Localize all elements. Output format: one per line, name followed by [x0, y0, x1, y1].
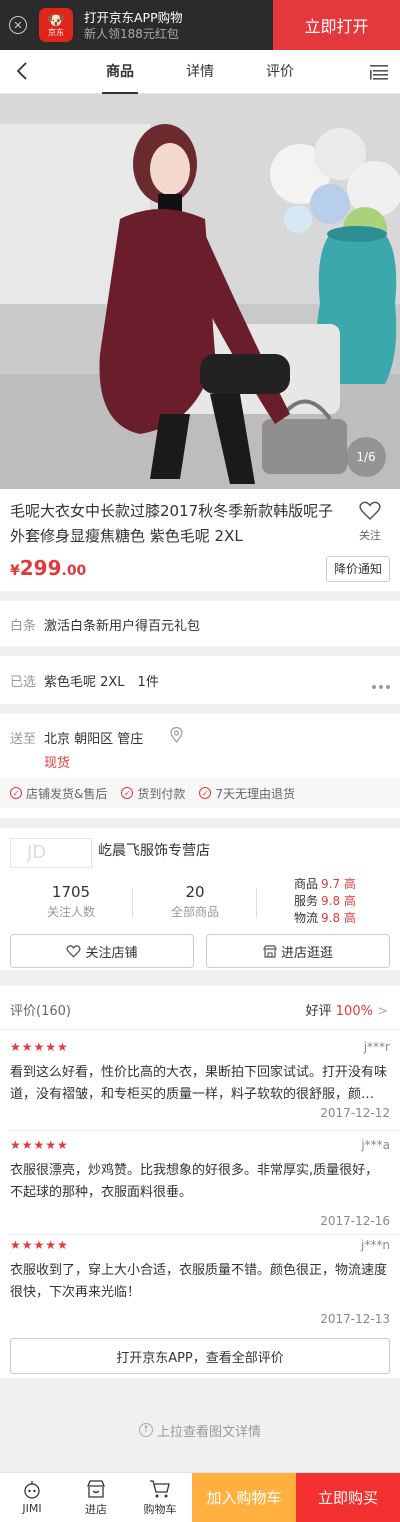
shop-section: JD 屹晨飞服饰专营店 1705 关注人数 20 全部商品 商品 9.7 高 服务…: [0, 818, 400, 970]
service-item: ✓ 店铺发货&售后: [10, 785, 107, 802]
check-icon: ✓: [10, 787, 22, 799]
price-drop-notify-button[interactable]: 降价通知: [325, 556, 390, 582]
banner-subtitle: 新人领188元红包: [84, 26, 179, 41]
image-counter: 1/6: [346, 437, 386, 477]
enter-shop-button[interactable]: 进店逛逛: [206, 934, 390, 968]
tab-product[interactable]: 商品: [88, 50, 152, 94]
cart-icon: [150, 1479, 170, 1497]
shop-name[interactable]: 屹晨飞服饰专营店: [98, 840, 210, 860]
heart-icon: [359, 501, 381, 521]
rating-stars: ★★★★★: [10, 1040, 69, 1054]
selected-text: 紫色毛呢 2XL 1件: [44, 675, 159, 690]
stock-status: 现货: [44, 756, 71, 771]
arrow-up-icon: ↑: [138, 1423, 153, 1437]
app-download-banner: ✕ 🐶 京东 打开京东APP购物 新人领188元红包 立即打开: [0, 0, 400, 50]
chevron-right-icon: >: [377, 1004, 388, 1019]
promo-label: 白条: [10, 619, 37, 634]
product-info: 毛呢大衣女中长款过膝2017秋冬季新款韩版呢子外套修身显瘦焦糖色 紫色毛呢 2X…: [0, 489, 400, 591]
delivery-address[interactable]: 北京 朝阳区 管庄: [44, 728, 143, 747]
back-arrow-icon[interactable]: [12, 60, 34, 82]
delivery-label: 送至: [10, 732, 37, 747]
review-text: 衣服很漂亮，炒鸡赞。比我想象的好很多。非常厚实,质量很好，不起球的那种，衣服面料…: [10, 1163, 379, 1200]
reviews-section: 评价(160) 好评 100% > ★★★★★ j***r 看到这么好看，性价比…: [0, 978, 400, 1378]
divider: [10, 1130, 400, 1131]
promo-text: 激活白条新用户得百元礼包: [44, 619, 201, 634]
jimi-robot-icon: [24, 1481, 40, 1499]
product-title: 毛呢大衣女中长款过膝2017秋冬季新款韩版呢子外套修身显瘦焦糖色 紫色毛呢 2X…: [10, 502, 334, 545]
jd-app-logo: 🐶 京东: [39, 8, 73, 42]
product-image-carousel[interactable]: 1/6: [0, 94, 400, 489]
review-item[interactable]: ★★★★★ j***n 衣服收到了，穿上大小合适，衣服质量不错。颜色很正，物流速…: [0, 1238, 400, 1338]
follow-button[interactable]: 关注: [356, 501, 384, 543]
heart-icon: [66, 944, 82, 958]
review-text: 看到这么好看，性价比高的大衣，果断拍下回家试试。打开没有味道，没有褶皱，和专柜买…: [10, 1065, 388, 1102]
review-user: j***n: [361, 1238, 390, 1252]
view-all-reviews-button[interactable]: 打开京东APP，查看全部评价: [10, 1338, 390, 1374]
review-date: 2017-12-12: [320, 1106, 390, 1120]
store-icon: [263, 944, 277, 958]
shop-nav-button[interactable]: 进店: [64, 1473, 128, 1522]
follow-label: 关注: [359, 529, 381, 542]
shop-followers: 1705 关注人数: [46, 883, 95, 919]
rating-stars: ★★★★★: [10, 1238, 69, 1252]
close-icon[interactable]: ✕: [9, 16, 27, 34]
cart-nav-button[interactable]: 购物车: [128, 1473, 192, 1522]
rating-stars: ★★★★★: [10, 1138, 69, 1152]
review-count: 评价(160): [10, 1004, 71, 1019]
more-icon: [369, 678, 390, 693]
review-text: 衣服收到了，穿上大小合适，衣服质量不错。颜色很正，物流速度很快，下次再来光临！: [10, 1263, 388, 1300]
delivery-section: 送至 北京 朝阳区 管庄 现货 ✓ 店铺发货&售后 ✓ 货到付款 ✓ 7天无理由退货: [0, 714, 400, 818]
selected-spec-row[interactable]: 已选 紫色毛呢 2XL 1件: [0, 656, 400, 704]
review-user: j***a: [361, 1138, 390, 1152]
open-app-button[interactable]: 立即打开: [273, 0, 400, 50]
store-icon: [87, 1479, 105, 1498]
shop-products[interactable]: 20 全部商品: [134, 882, 256, 922]
divider: [256, 888, 257, 918]
product-photo: [0, 94, 400, 489]
tab-reviews[interactable]: 评价: [248, 50, 312, 94]
selected-label: 已选: [10, 675, 37, 690]
menu-icon[interactable]: [369, 62, 389, 82]
bottom-action-bar: JIMI 进店 购物车 加入购物车 立即购买: [0, 1472, 400, 1522]
check-icon: ✓: [121, 787, 134, 799]
good-rate: 好评 100% >: [305, 1004, 388, 1019]
pull-up-text: 上拉查看图文详情: [156, 1424, 261, 1440]
product-price: ¥299.00: [10, 556, 87, 580]
review-date: 2017-12-13: [320, 1312, 390, 1326]
review-date: 2017-12-16: [320, 1214, 390, 1228]
review-user: j***r: [363, 1040, 390, 1054]
service-guarantees: ✓ 店铺发货&售后 ✓ 货到付款 ✓ 7天无理由退货: [0, 778, 400, 808]
location-pin-icon[interactable]: [170, 727, 183, 743]
reviews-header[interactable]: 评价(160) 好评 100% >: [0, 986, 400, 1030]
banner-title: 打开京东APP购物: [84, 9, 183, 25]
review-item[interactable]: ★★★★★ j***r 看到这么好看，性价比高的大衣，果断拍下回家试试。打开没有…: [0, 1040, 400, 1140]
review-item[interactable]: ★★★★★ j***a 衣服很漂亮，炒鸡赞。比我想象的好很多。非常厚实,质量很好…: [0, 1138, 400, 1238]
pull-up-details[interactable]: ↑ 上拉查看图文详情: [0, 1388, 400, 1472]
tab-details[interactable]: 详情: [168, 50, 232, 94]
jimi-button[interactable]: JIMI: [0, 1473, 64, 1522]
buy-now-button[interactable]: 立即购买: [296, 1473, 400, 1522]
divider: [132, 888, 133, 918]
add-to-cart-button[interactable]: 加入购物车: [192, 1473, 296, 1522]
service-item: ✓ 7天无理由退货: [199, 785, 295, 802]
divider: [10, 1234, 400, 1235]
top-nav: 商品 详情 评价: [0, 50, 400, 94]
baitiao-promo-row[interactable]: 白条 激活白条新用户得百元礼包: [0, 601, 400, 646]
check-icon: ✓: [199, 787, 212, 799]
service-item: ✓ 货到付款: [121, 785, 185, 802]
shop-scores: 商品 9.7 高 服务 9.8 高 物流 9.8 高: [294, 877, 356, 925]
follow-shop-button[interactable]: 关注店铺: [10, 934, 194, 968]
shop-logo[interactable]: JD: [10, 838, 92, 868]
